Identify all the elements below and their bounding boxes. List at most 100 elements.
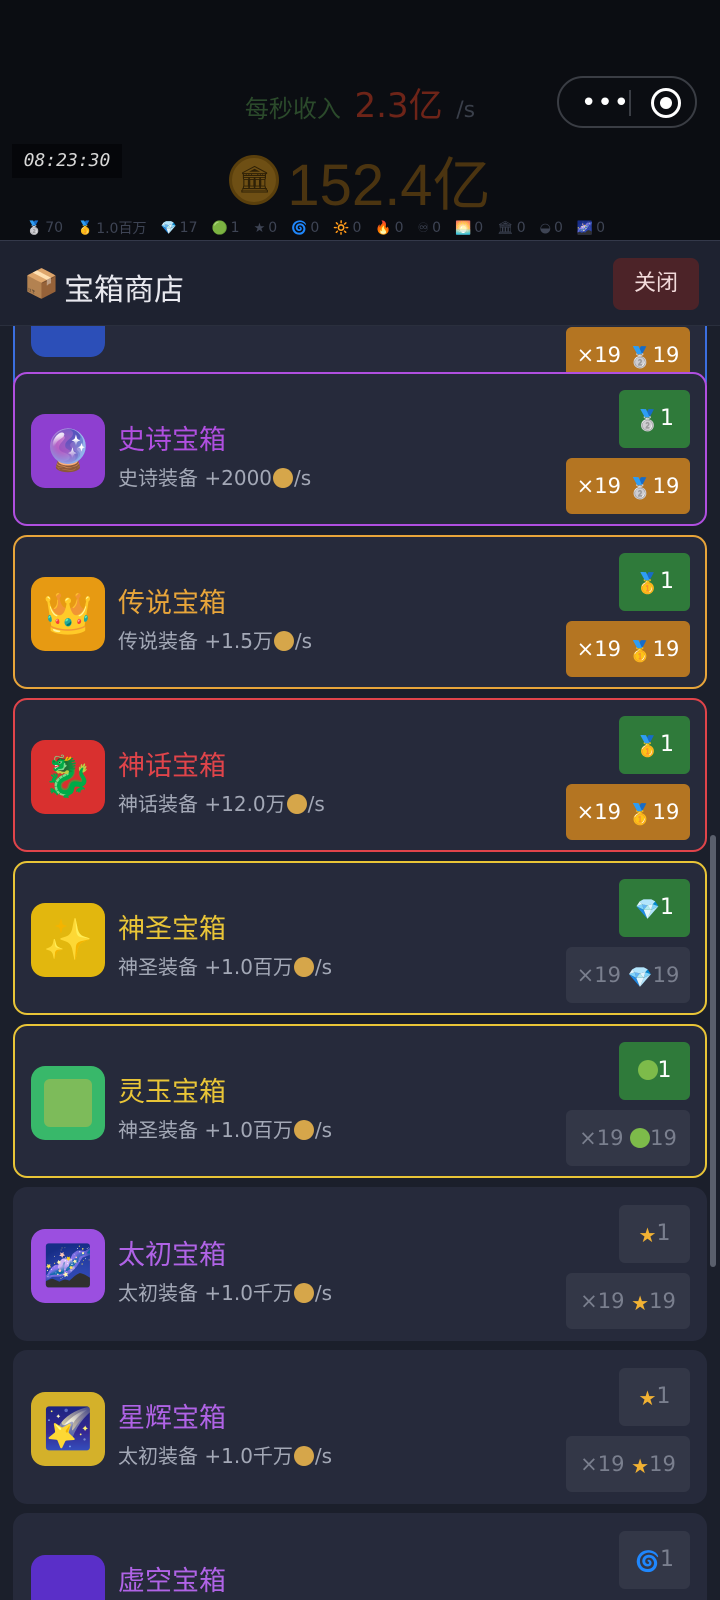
cost-count: 19 — [652, 963, 680, 987]
chest-list[interactable]: 🥈×19 🥈19🔮史诗宝箱史诗装备 +2000/s🥈1×19 🥈19👑传说宝箱传… — [0, 326, 720, 1600]
cost-count: 1 — [656, 1221, 671, 1246]
currency-icon: 🥇 — [627, 802, 653, 826]
miniprogram-capsule: ••• — [557, 76, 697, 128]
coin-icon — [293, 1283, 314, 1303]
buy-multi-button[interactable]: ×19 ★19 — [566, 1436, 690, 1492]
chest-reward: 太初装备 +1.0千万 — [118, 1281, 293, 1305]
shooting-star-icon: 🌠 — [31, 1392, 105, 1466]
stat-value: 0 — [596, 220, 605, 236]
coin-icon — [293, 1446, 314, 1466]
eye-icon: ◒ — [539, 220, 551, 236]
stat-sunset: 🌅 0 — [455, 218, 483, 238]
green-orb-icon — [637, 1060, 658, 1080]
sun-icon: 🔆 — [333, 220, 350, 236]
currency-icon: 💎 — [635, 897, 660, 921]
buy-one-button[interactable]: ★1 — [619, 1205, 690, 1263]
more-icon[interactable]: ••• — [581, 88, 630, 118]
chest-name: 传说宝箱 — [118, 588, 226, 619]
coin-icon — [273, 468, 294, 488]
buy-multi-button[interactable]: ×19 💎19 — [566, 947, 690, 1003]
multiplier: ×19 — [576, 800, 628, 824]
scrollbar[interactable] — [710, 835, 716, 1267]
buy-one-button[interactable]: 💎1 — [619, 879, 690, 937]
silver-medal-icon: 🥈 — [26, 220, 43, 236]
stat-value: 0 — [432, 220, 442, 236]
panel-title: 宝箱商店 — [64, 273, 184, 308]
currency-icon: 🥇 — [627, 639, 653, 663]
chest-card: 虚空宝箱 🌀1 — [13, 1513, 707, 1600]
buy-multi-button[interactable]: ×19 🥇19 — [566, 621, 690, 677]
green-orb-icon: 🟢 — [211, 220, 228, 236]
chest-name: 虚空宝箱 — [118, 1566, 226, 1597]
stat-fire: 🔥 0 — [375, 218, 403, 238]
chest-name: 神话宝箱 — [118, 751, 226, 782]
chest-reward: 太初装备 +1.0千万 — [118, 1444, 293, 1468]
stat-value: 0 — [352, 220, 362, 236]
chest-description: 太初装备 +1.0千万/s — [118, 1440, 332, 1469]
rate-unit: /s — [314, 1118, 333, 1142]
temple-icon: 🏛 — [497, 220, 514, 236]
rate-unit: /s — [314, 1444, 333, 1468]
stat-swirl: 🌀 0 — [291, 218, 319, 238]
chest-reward: 神话装备 +12.0万 — [118, 792, 286, 816]
stat-gold-medal: 🥇 1.0百万 — [77, 218, 146, 238]
income-rate-unit: /s — [456, 98, 476, 123]
chest-reward: 传说装备 +1.5万 — [118, 629, 273, 653]
package-icon: 📦 — [24, 267, 59, 300]
infinity-icon: ♾ — [417, 220, 430, 236]
chest-card: 🔮 史诗宝箱 史诗装备 +2000/s 🥈1 ×19 🥈19 — [13, 372, 707, 526]
buy-one-button[interactable]: 🥇1 — [619, 553, 690, 611]
buy-multi-button[interactable]: ×19 19 — [566, 1110, 690, 1166]
buy-one-button[interactable]: 🥈1 — [619, 390, 690, 448]
buy-multi-button[interactable]: ×19 🥈19 — [566, 458, 690, 514]
stat-eye: ◒ 0 — [540, 218, 563, 238]
stat-value: 0 — [474, 220, 484, 236]
milky-way-icon: 🌌 — [31, 1229, 105, 1303]
rate-unit: /s — [314, 1281, 333, 1305]
capsule-divider — [629, 90, 631, 116]
stat-green-orb: 🟢 1 — [211, 218, 239, 238]
cost-count: 19 — [652, 343, 680, 367]
panel-header: 📦 宝箱商店 关闭 — [0, 241, 720, 326]
chest-reward: 史诗装备 +2000 — [118, 466, 273, 490]
crown-icon: 👑 — [31, 577, 105, 651]
chest-description: 史诗装备 +2000/s — [118, 462, 311, 491]
chest-card: 👑 传说宝箱 传说装备 +1.5万/s 🥇1 ×19 🥇19 — [13, 535, 707, 689]
buy-one-button[interactable]: 1 — [619, 1042, 690, 1100]
chest-card: ✨ 神圣宝箱 神圣装备 +1.0百万/s 💎1 ×19 💎19 — [13, 861, 707, 1015]
stat-temple: 🏛 0 — [497, 218, 525, 238]
cost-count: 19 — [652, 474, 680, 498]
buy-multi-button[interactable]: ×19 ★19 — [566, 1273, 690, 1329]
cost-count: 1 — [659, 732, 674, 757]
app-screen: 每秒收入 2.3亿 /s 🏛 152.4亿 08:23:30 ••• 🥈 70 🥇 1… — [0, 0, 720, 1600]
coin-icon — [273, 631, 294, 651]
crystal-ball-icon: 🔮 — [31, 414, 105, 488]
buy-one-button[interactable]: 🌀1 — [619, 1531, 690, 1589]
swirl-icon: 🌀 — [291, 220, 308, 236]
multiplier: ×19 — [576, 343, 628, 367]
buy-one-button[interactable]: 🥇1 — [619, 716, 690, 774]
chest-reward: 神圣装备 +1.0百万 — [118, 955, 293, 979]
buy-one-button[interactable]: ★1 — [619, 1368, 690, 1426]
dragon-icon: 🐉 — [31, 740, 105, 814]
stat-gem: 💎 17 — [160, 218, 197, 238]
chest-name: 神圣宝箱 — [118, 914, 226, 945]
galaxy-icon: 🌌 — [576, 220, 594, 236]
stat-value: 1 — [230, 220, 240, 236]
currency-icon: 🥈 — [635, 408, 660, 432]
exit-icon[interactable] — [651, 88, 681, 118]
stat-infinity: ♾ 0 — [418, 218, 442, 238]
stat-silver-medal: 🥈 70 — [26, 218, 63, 238]
multiplier: ×19 — [580, 1452, 632, 1476]
multiplier: ×19 — [576, 474, 628, 498]
chest-name: 太初宝箱 — [118, 1240, 226, 1271]
currency-icon: 🌀 — [635, 1549, 660, 1573]
cost-count: 19 — [652, 800, 680, 824]
close-button[interactable]: 关闭 — [613, 258, 699, 310]
gold-medal-icon: 🥇 — [77, 220, 94, 236]
stat-value: 17 — [179, 220, 198, 236]
chest-description: 神圣装备 +1.0百万/s — [118, 1114, 332, 1143]
cost-count: 1 — [657, 1058, 672, 1083]
currency-icon: 💎 — [627, 965, 653, 989]
buy-multi-button[interactable]: ×19 🥇19 — [566, 784, 690, 840]
